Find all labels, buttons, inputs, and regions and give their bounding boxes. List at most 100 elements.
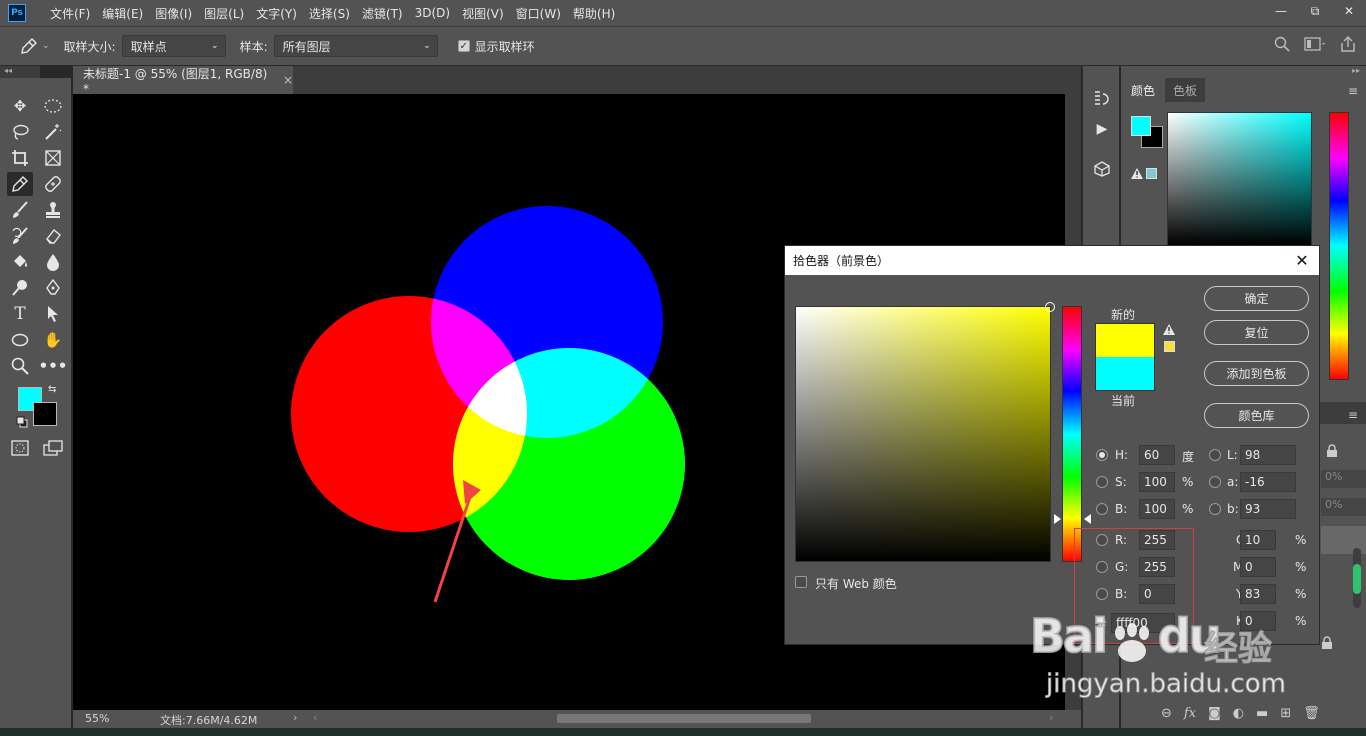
k-input[interactable]: 0	[1240, 611, 1276, 631]
close-window-button[interactable]: ✕	[1332, 0, 1366, 22]
add-mask-icon[interactable]: ◙	[1208, 706, 1221, 721]
zoom-tool-icon[interactable]	[7, 354, 33, 378]
sample-size-select[interactable]: 取样点 ⌄	[121, 35, 226, 57]
3d-panel-icon[interactable]	[1091, 158, 1113, 180]
eyedropper-icon[interactable]	[18, 35, 40, 57]
radio-g[interactable]	[1096, 561, 1108, 573]
new-layer-icon[interactable]: ⊞	[1280, 706, 1291, 721]
c-input[interactable]: 10	[1240, 530, 1276, 550]
adjustment-layer-icon[interactable]: ◐	[1233, 706, 1244, 721]
ellipse-tool-icon[interactable]	[7, 328, 33, 352]
tab-color[interactable]: 颜色	[1123, 78, 1164, 102]
photoshop-logo-icon[interactable]: Ps	[8, 4, 26, 22]
move-tool-icon[interactable]: ✥	[7, 94, 33, 118]
color-panel-foreground-swatch[interactable]	[1131, 116, 1151, 136]
radio-rgb-b[interactable]	[1096, 588, 1108, 600]
color-libraries-button[interactable]: 颜色库	[1204, 403, 1309, 428]
color-panel-hue-slider[interactable]	[1329, 112, 1349, 380]
workspace-icon[interactable]	[1304, 36, 1326, 55]
background-color-swatch[interactable]	[33, 402, 57, 426]
layers-panel-menu-icon[interactable]: ≡	[1348, 408, 1358, 422]
clone-stamp-tool-icon[interactable]	[40, 198, 66, 222]
fill-field[interactable]: 0%	[1321, 498, 1366, 516]
restore-button[interactable]: ⧉	[1298, 0, 1332, 22]
hue-slider-right-arrow[interactable]	[1084, 514, 1091, 524]
screen-mode-icon[interactable]	[43, 440, 63, 459]
radio-a[interactable]	[1209, 476, 1221, 488]
show-ring-checkbox[interactable]: ✓	[457, 40, 470, 52]
reset-button[interactable]: 复位	[1204, 320, 1309, 345]
document-tab[interactable]: 未标题-1 @ 55% (图层1, RGB/8) * ×	[73, 66, 293, 96]
horizontal-scrollbar-thumb[interactable]	[557, 714, 811, 723]
dodge-tool-icon[interactable]	[7, 276, 33, 300]
s-input[interactable]: 100	[1139, 472, 1175, 492]
minimize-button[interactable]: —	[1264, 0, 1298, 22]
type-tool-icon[interactable]: T	[7, 302, 33, 326]
rgb-b-input[interactable]: 0	[1139, 584, 1175, 604]
radio-r[interactable]	[1096, 534, 1108, 546]
zoom-level[interactable]: 55%	[85, 712, 109, 725]
panel-menu-icon[interactable]: ≡	[1348, 84, 1358, 98]
radio-l[interactable]	[1209, 449, 1221, 461]
m-input[interactable]: 0	[1240, 557, 1276, 577]
blur-tool-icon[interactable]	[40, 250, 66, 274]
more-tools-icon[interactable]: •••	[39, 354, 68, 378]
swap-colors-icon[interactable]: ⇆	[48, 384, 56, 395]
brightness-input[interactable]: 100	[1139, 499, 1175, 519]
dialog-title-bar[interactable]: 拾色器（前景色） ✕	[785, 246, 1319, 275]
web-colors-only-checkbox[interactable]	[795, 576, 807, 588]
history-brush-tool-icon[interactable]	[7, 224, 33, 248]
scroll-right-icon[interactable]: ›	[1049, 711, 1053, 724]
menu-3d[interactable]: 3D(D)	[409, 6, 456, 20]
status-menu-chevron-icon[interactable]: ›	[293, 711, 297, 724]
menu-view[interactable]: 视图(V)	[456, 5, 510, 22]
elliptical-marquee-tool-icon[interactable]	[40, 94, 66, 118]
out-of-gamut-warning-icon[interactable]	[1131, 168, 1143, 182]
share-icon[interactable]	[1340, 36, 1356, 55]
y-input[interactable]: 83	[1240, 584, 1276, 604]
magic-wand-tool-icon[interactable]	[40, 120, 66, 144]
color-field-cursor[interactable]	[1045, 302, 1055, 312]
new-color-preview[interactable]	[1096, 324, 1154, 357]
path-selection-tool-icon[interactable]	[40, 302, 66, 326]
actions-play-icon[interactable]: ▶	[1091, 118, 1113, 140]
ok-button[interactable]: 确定	[1204, 286, 1309, 311]
color-panel-field[interactable]	[1167, 112, 1312, 246]
crop-tool-icon[interactable]	[7, 146, 33, 170]
g-input[interactable]: 255	[1139, 557, 1175, 577]
panel-collapse-handle[interactable]: ▸▸	[1352, 66, 1360, 75]
healing-brush-tool-icon[interactable]	[40, 172, 66, 196]
menu-filter[interactable]: 滤镜(T)	[356, 5, 409, 22]
close-tab-icon[interactable]: ×	[283, 73, 293, 87]
hand-tool-icon[interactable]: ✋	[40, 328, 66, 352]
radio-h[interactable]	[1096, 449, 1108, 461]
gamut-correction-swatch[interactable]	[1164, 341, 1175, 352]
new-group-icon[interactable]: ▬	[1256, 706, 1268, 721]
menu-window[interactable]: 窗口(W)	[510, 5, 567, 22]
dialog-close-button[interactable]: ✕	[1293, 251, 1311, 270]
l-input[interactable]: 98	[1240, 445, 1296, 465]
hue-slider[interactable]	[1062, 306, 1082, 562]
menu-layer[interactable]: 图层(L)	[198, 5, 250, 22]
a-input[interactable]: -16	[1240, 472, 1296, 492]
gamut-color-swatch[interactable]	[1146, 168, 1157, 179]
tab-swatches[interactable]: 色板	[1165, 78, 1206, 102]
lasso-tool-icon[interactable]	[7, 120, 33, 144]
lab-b-input[interactable]: 93	[1240, 499, 1296, 519]
tool-preset-chevron-icon[interactable]: ⌄	[42, 41, 50, 51]
frame-tool-icon[interactable]	[40, 146, 66, 170]
lock-icon[interactable]	[1326, 444, 1338, 461]
print-gamut-warning-icon[interactable]	[1163, 324, 1175, 338]
lock-layer-icon[interactable]	[1321, 636, 1333, 653]
brush-tool-icon[interactable]	[7, 198, 33, 222]
menu-image[interactable]: 图像(I)	[149, 5, 198, 22]
paint-bucket-tool-icon[interactable]	[7, 250, 33, 274]
eyedropper-tool-icon[interactable]	[7, 172, 33, 196]
current-color-preview[interactable]	[1096, 357, 1154, 390]
r-input[interactable]: 255	[1139, 530, 1175, 550]
menu-edit[interactable]: 编辑(E)	[96, 5, 149, 22]
menu-help[interactable]: 帮助(H)	[567, 5, 621, 22]
menu-type[interactable]: 文字(Y)	[250, 5, 303, 22]
h-input[interactable]: 60	[1139, 445, 1175, 465]
radio-lab-b[interactable]	[1209, 503, 1221, 515]
